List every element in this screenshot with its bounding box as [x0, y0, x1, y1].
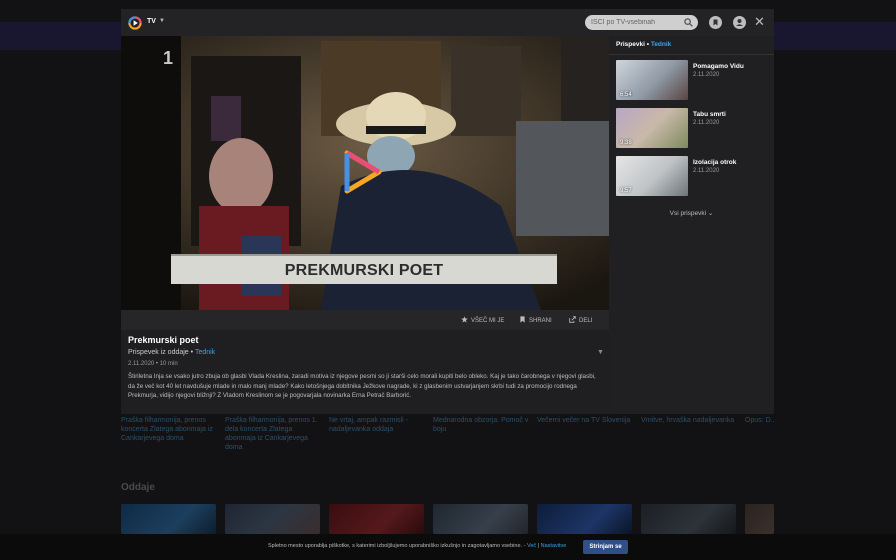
card-date: 2.11.2020 [693, 72, 720, 78]
divider [609, 54, 774, 55]
sidebar-header-label: Prispevki [616, 41, 645, 48]
related-sidebar: Prispevki • Tednik 6:54 Pomagamo Vidu 2.… [609, 36, 774, 414]
card-duration: 6:54 [620, 92, 632, 98]
episode-title: Prekmurski poet [128, 335, 199, 345]
episode-description: Štiriletna Inja se vsako jutro zbuja ob … [128, 373, 596, 399]
related-card[interactable]: 6:54 Pomagamo Vidu 2.11.2020 [616, 60, 769, 100]
all-posts-link[interactable]: Vsi prispevki ⌄ [609, 209, 774, 217]
brand-label[interactable]: TV [147, 18, 156, 25]
bookmark-icon [520, 316, 525, 323]
card-date: 2.11.2020 [693, 168, 720, 174]
modal-header: TV ▼ ✕ [121, 9, 774, 36]
channel-badge: 1 [163, 48, 174, 68]
video-player[interactable]: 1 PREKMURSKI POET [121, 36, 609, 310]
card-duration: 9:38 [620, 140, 632, 146]
related-thumbnail[interactable]: 6:54 [616, 60, 688, 100]
share-label: DELI [579, 318, 593, 324]
related-card[interactable]: 9:38 Tabu smrti 2.11.2020 [616, 108, 769, 148]
cookie-more-link[interactable]: Več [527, 543, 536, 549]
episode-date: 2.11.2020 [128, 361, 155, 367]
background-program-strip: Praška filharmonija, prenos koncerta Zla… [121, 414, 774, 454]
close-icon[interactable]: ✕ [754, 14, 765, 29]
card-title[interactable]: Tabu smrti [693, 111, 726, 118]
action-bar: VŠEČ MI JE SHRANI DELI [121, 310, 609, 330]
subtitle-prefix: Prispevek iz oddaje [128, 349, 189, 356]
show-thumbnail[interactable] [329, 504, 424, 534]
show-thumbnail[interactable] [641, 504, 736, 534]
card-title[interactable]: Izolacija otrok [693, 159, 736, 166]
episode-subtitle: Prispevek iz oddaje • Tednik [128, 349, 215, 356]
episode-duration: 10 min [159, 361, 178, 367]
star-icon [461, 316, 468, 323]
sidebar-header: Prispevki • Tednik [616, 41, 671, 48]
episode-meta: 2.11.2020 • 10 min [128, 361, 178, 367]
show-thumbnail[interactable] [225, 504, 320, 534]
sidebar-show-link[interactable]: Tednik [651, 41, 671, 48]
show-thumbnail[interactable] [537, 504, 632, 534]
video-modal: TV ▼ ✕ [121, 9, 774, 414]
all-posts-label: Vsi prispevki [669, 210, 707, 217]
like-label: VŠEČ MI JE [471, 318, 505, 324]
user-icon[interactable] [733, 16, 746, 29]
show-thumbnail[interactable] [745, 504, 774, 534]
lower-third-text: PREKMURSKI POET [284, 262, 444, 279]
save-button[interactable]: SHRANI [519, 316, 552, 324]
background-program-item[interactable]: Ne vrtaj, ampak razmisli - nadaljevanka … [329, 416, 427, 434]
card-duration: 9:57 [620, 188, 632, 194]
background-program-item[interactable]: Večerni večer na TV Slovenija [537, 416, 635, 425]
chevron-down-icon: ⌄ [707, 210, 714, 217]
background-program-item[interactable]: Praška filharmonija, prenos 1. dela konc… [225, 416, 323, 452]
save-label: SHRANI [529, 318, 552, 324]
show-thumbnail[interactable] [121, 504, 216, 534]
lower-third-caption: PREKMURSKI POET [171, 254, 557, 284]
play-icon[interactable] [341, 149, 383, 195]
search-input[interactable] [591, 16, 681, 29]
card-title[interactable]: Pomagamo Vidu [693, 63, 744, 70]
cookie-accept-button[interactable]: Strinjam se [583, 540, 628, 554]
search-box [585, 15, 698, 30]
chevron-down-icon[interactable]: ▼ [597, 349, 604, 356]
cookie-bar: Spletno mesto uporablja piškotke, s kate… [0, 534, 896, 560]
cookie-text: Spletno mesto uporablja piškotke, s kate… [268, 543, 566, 549]
background-program-item[interactable]: Praška filharmonija, prenos koncerta Zla… [121, 416, 219, 443]
background-program-item[interactable]: Vrnitve, hrvaška nadaljevanka [641, 416, 739, 425]
background-section-title: Oddaje [121, 482, 155, 493]
show-thumbnail[interactable] [433, 504, 528, 534]
related-card[interactable]: 9:57 Izolacija otrok 2.11.2020 [616, 156, 769, 196]
cookie-message: Spletno mesto uporablja piškotke, s kate… [268, 543, 526, 549]
like-button[interactable]: VŠEČ MI JE [461, 316, 504, 324]
brand-logo-icon[interactable] [128, 16, 142, 30]
share-button[interactable]: DELI [569, 316, 592, 324]
card-date: 2.11.2020 [693, 120, 720, 126]
cookie-settings-link[interactable]: Nastavitve [541, 543, 567, 549]
background-program-item[interactable]: Opus: D... [745, 416, 774, 425]
episode-info: Prekmurski poet Prispevek iz oddaje • Te… [121, 330, 609, 414]
chevron-down-icon[interactable]: ▼ [159, 18, 165, 24]
show-link[interactable]: Tednik [195, 349, 215, 356]
search-icon[interactable] [684, 18, 693, 27]
background-show-thumbnails [121, 504, 774, 534]
background-program-item[interactable]: Mednarodna obzorja: Pomoč v boju [433, 416, 531, 434]
bookmark-icon[interactable] [709, 16, 722, 29]
related-thumbnail[interactable]: 9:38 [616, 108, 688, 148]
share-icon [569, 316, 576, 323]
related-thumbnail[interactable]: 9:57 [616, 156, 688, 196]
